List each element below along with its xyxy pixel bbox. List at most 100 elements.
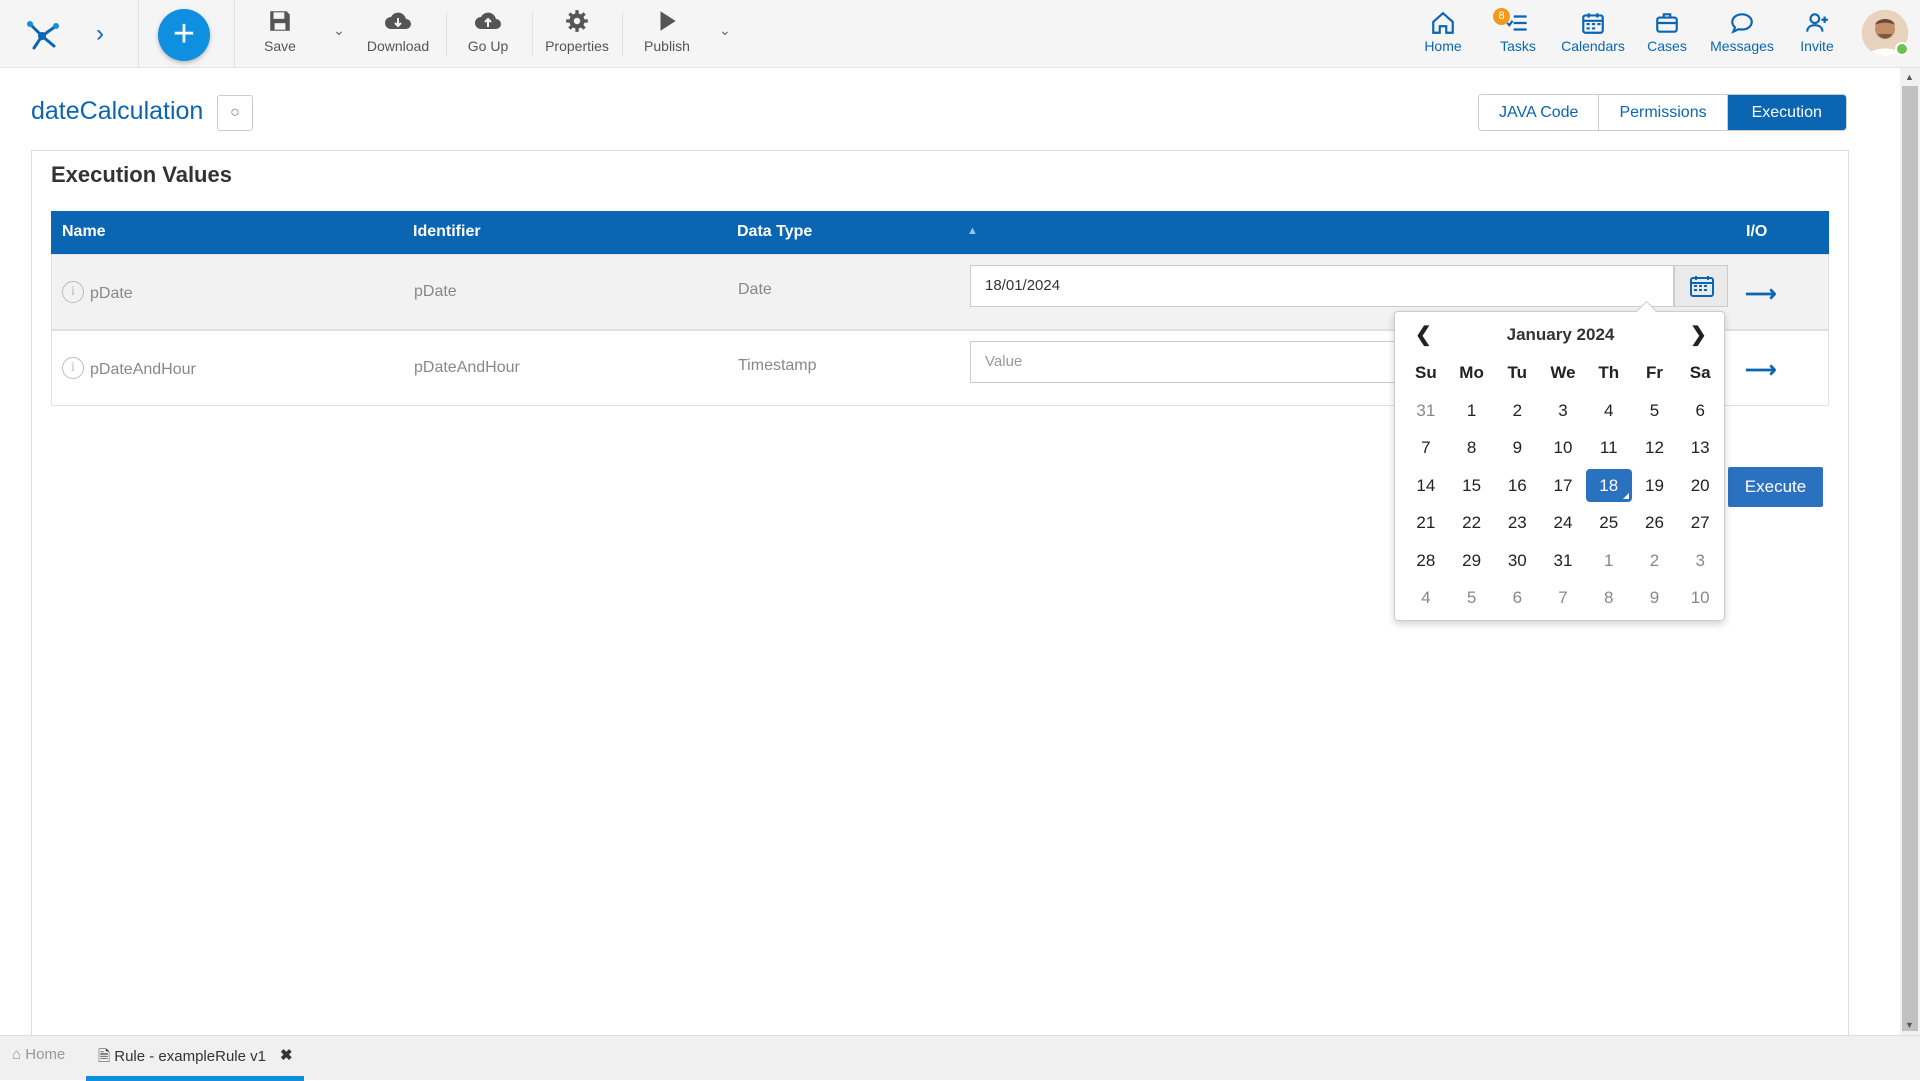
info-icon[interactable]: i <box>62 357 84 379</box>
info-icon[interactable]: i <box>62 281 84 303</box>
day-cell[interactable]: 23 <box>1494 504 1540 542</box>
day-cell[interactable]: 25 <box>1586 504 1632 542</box>
day-cell[interactable]: 19 <box>1632 467 1678 505</box>
tab-execution[interactable]: Execution <box>1727 95 1846 130</box>
nav-cases-label: Cases <box>1647 38 1687 54</box>
close-tab-icon[interactable]: ✖ <box>280 1046 293 1064</box>
day-cell[interactable]: 9 <box>1494 429 1540 467</box>
day-cell[interactable]: 5 <box>1449 579 1495 617</box>
week-row: 21 22 23 24 25 26 27 <box>1403 504 1723 542</box>
day-cell[interactable]: 10 <box>1677 579 1723 617</box>
open-calendar-button[interactable] <box>1674 265 1728 307</box>
day-cell[interactable]: 31 <box>1540 542 1586 580</box>
day-cell[interactable]: 17 <box>1540 467 1586 505</box>
nav-calendars[interactable]: Calendars <box>1560 10 1626 54</box>
day-cell[interactable]: 4 <box>1403 579 1449 617</box>
go-up-button[interactable]: Go Up <box>466 8 510 54</box>
app-logo-icon[interactable] <box>20 10 64 54</box>
tab-permissions[interactable]: Permissions <box>1599 95 1728 130</box>
expand-chevron-icon[interactable]: › <box>96 20 104 48</box>
day-cell[interactable]: 2 <box>1632 542 1678 580</box>
day-cell[interactable]: 6 <box>1494 579 1540 617</box>
vertical-scrollbar[interactable]: ▲ ▼ <box>1900 68 1920 1035</box>
day-cell[interactable]: 16 <box>1494 467 1540 505</box>
execute-button[interactable]: Execute <box>1728 467 1823 507</box>
nav-home[interactable]: Home <box>1420 10 1466 54</box>
briefcase-icon <box>1656 13 1678 33</box>
day-cell[interactable]: 7 <box>1403 429 1449 467</box>
day-cell[interactable]: 29 <box>1449 542 1495 580</box>
scrollbar-thumb[interactable] <box>1902 86 1918 1031</box>
day-cell[interactable]: 10 <box>1540 429 1586 467</box>
nav-invite[interactable]: Invite <box>1797 10 1837 54</box>
day-cell[interactable]: 20 <box>1677 467 1723 505</box>
prev-month-chevron-icon[interactable]: ❮ <box>1415 322 1432 348</box>
param-name: pDate <box>90 285 133 302</box>
col-io-header: I/O <box>1746 223 1768 240</box>
day-cell[interactable]: 30 <box>1494 542 1540 580</box>
status-toggle-button[interactable]: ○ <box>217 95 253 131</box>
publish-dropdown-chevron-icon[interactable]: ⌄ <box>719 22 731 39</box>
day-cell[interactable]: 8 <box>1586 579 1632 617</box>
save-dropdown-chevron-icon[interactable]: ⌄ <box>333 22 345 39</box>
cloud-download-icon <box>385 12 411 29</box>
week-row: 7 8 9 10 11 12 13 <box>1403 429 1723 467</box>
online-status-dot <box>1895 42 1909 56</box>
selected-day-cell[interactable]: 18 <box>1585 468 1632 502</box>
nav-tasks[interactable]: 8 Tasks <box>1493 8 1539 54</box>
month-label: January 2024 <box>1506 325 1615 344</box>
date-grid: Su Mo Tu We Th Fr Sa 31 1 2 3 4 5 6 7 8 9 10 11 12 13 14 15 16 1… <box>1403 354 1723 617</box>
timestamp-value-input[interactable]: Value <box>970 341 1400 383</box>
day-cell[interactable]: 8 <box>1449 429 1495 467</box>
page-title: dateCalculation <box>31 97 204 125</box>
nav-cases[interactable]: Cases <box>1647 10 1687 54</box>
bottom-tab-home[interactable]: ⌂ Home <box>12 1046 65 1063</box>
day-cell[interactable]: 3 <box>1540 392 1586 430</box>
calendar-icon <box>1690 276 1714 297</box>
day-cell[interactable]: 22 <box>1449 504 1495 542</box>
bottom-tab-rule[interactable]: 🗎 Rule - exampleRule v1 <box>98 1046 266 1071</box>
add-button[interactable]: + <box>158 9 210 61</box>
day-cell[interactable]: 12 <box>1632 429 1678 467</box>
day-cell[interactable]: 2 <box>1494 392 1540 430</box>
properties-button[interactable]: Properties <box>545 8 609 54</box>
day-cell[interactable]: 7 <box>1540 579 1586 617</box>
divider <box>234 0 235 68</box>
date-picker-header: January 2024 ❮ ❯ <box>1395 322 1726 352</box>
day-cell[interactable]: 26 <box>1632 504 1678 542</box>
day-cell[interactable]: 1 <box>1586 542 1632 580</box>
day-cell[interactable]: 28 <box>1403 542 1449 580</box>
day-cell[interactable]: 5 <box>1632 392 1678 430</box>
tab-java-code[interactable]: JAVA Code <box>1479 95 1600 130</box>
date-value-input[interactable]: 18/01/2024 <box>970 265 1674 307</box>
save-button[interactable]: Save <box>262 8 298 54</box>
nav-calendars-label: Calendars <box>1561 38 1625 54</box>
param-identifier: pDate <box>414 283 457 300</box>
publish-button[interactable]: Publish <box>642 8 692 54</box>
day-cell[interactable]: 24 <box>1540 504 1586 542</box>
scroll-down-icon[interactable]: ▼ <box>1905 1020 1914 1030</box>
next-month-chevron-icon[interactable]: ❯ <box>1690 322 1707 348</box>
section-title: Execution Values <box>51 162 232 187</box>
day-cell[interactable]: 14 <box>1403 467 1449 505</box>
nav-messages-label: Messages <box>1710 38 1774 54</box>
day-cell[interactable]: 1 <box>1449 392 1495 430</box>
gear-icon <box>566 10 588 32</box>
sort-icon[interactable]: ▲ <box>967 225 978 237</box>
day-cell[interactable]: 21 <box>1403 504 1449 542</box>
day-cell[interactable]: 15 <box>1449 467 1495 505</box>
day-cell[interactable]: 3 <box>1677 542 1723 580</box>
day-cell[interactable]: 27 <box>1677 504 1723 542</box>
weekday-label: Tu <box>1507 363 1528 382</box>
download-button[interactable]: Download <box>366 8 430 54</box>
weekday-label: Th <box>1598 363 1620 382</box>
add-user-icon <box>1806 13 1828 32</box>
day-cell[interactable]: 11 <box>1586 429 1632 467</box>
day-cell[interactable]: 31 <box>1403 392 1449 430</box>
nav-messages[interactable]: Messages <box>1709 10 1775 54</box>
day-cell[interactable]: 4 <box>1586 392 1632 430</box>
scroll-up-icon[interactable]: ▲ <box>1905 72 1914 82</box>
day-cell[interactable]: 9 <box>1632 579 1678 617</box>
day-cell[interactable]: 13 <box>1677 429 1723 467</box>
day-cell[interactable]: 6 <box>1677 392 1723 430</box>
